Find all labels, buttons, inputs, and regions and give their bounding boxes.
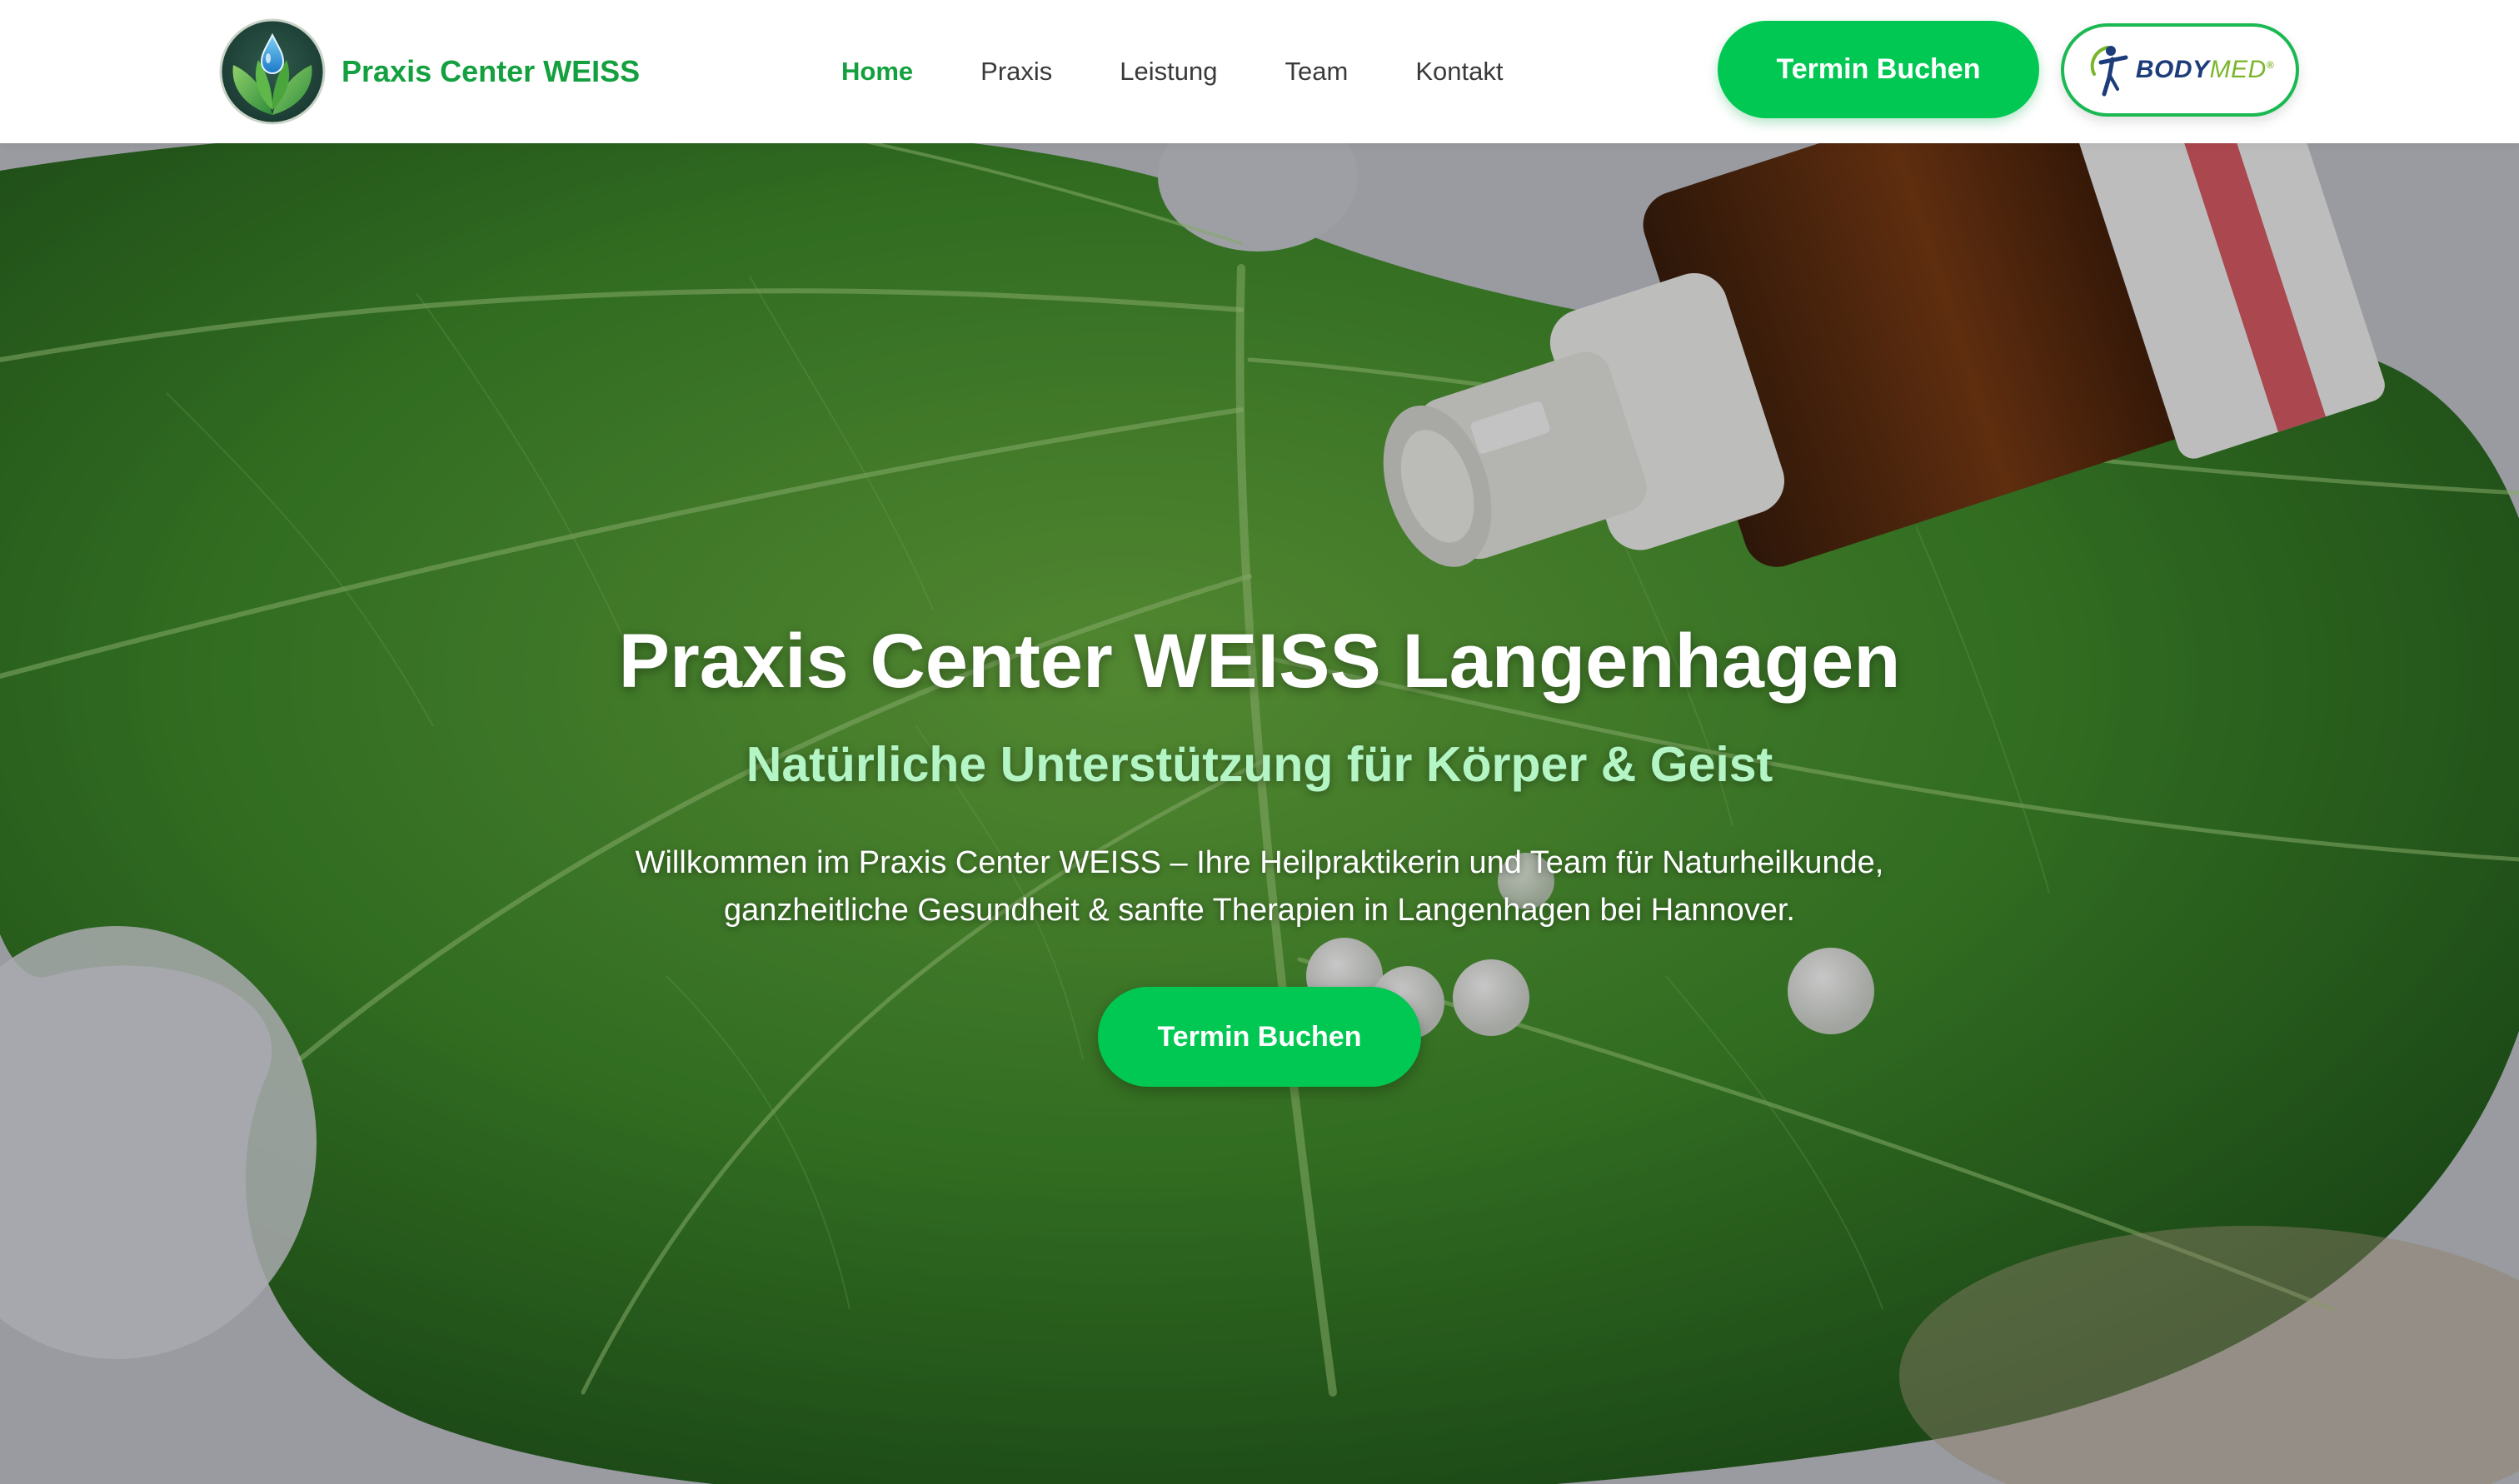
brand-name: Praxis Center WEISS xyxy=(342,54,641,88)
brand-link[interactable]: Praxis Center WEISS xyxy=(215,17,640,127)
bodymed-word-med: MED xyxy=(2209,56,2267,83)
hero-section: Praxis Center WEISS Langenhagen Natürlic… xyxy=(0,143,2519,1484)
bodymed-figure-icon xyxy=(2090,46,2128,97)
hero-termin-buchen-button[interactable]: Termin Buchen xyxy=(1098,987,1421,1087)
leaf-drop-logo-icon xyxy=(219,18,326,125)
hero-title: Praxis Center WEISS Langenhagen xyxy=(618,619,1901,704)
nav-item-leistung[interactable]: Leistung xyxy=(1120,57,1217,87)
main-nav: Home Praxis Leistung Team Kontakt xyxy=(841,0,1503,143)
bodymed-word-body: BODY xyxy=(2135,56,2210,83)
header-termin-buchen-button[interactable]: Termin Buchen xyxy=(1718,21,2039,118)
nav-item-kontakt[interactable]: Kontakt xyxy=(1415,57,1503,87)
nav-item-home[interactable]: Home xyxy=(841,57,913,87)
hero-subtitle: Natürliche Unterstützung für Körper & Ge… xyxy=(746,737,1773,792)
nav-item-praxis[interactable]: Praxis xyxy=(980,57,1052,87)
bodymed-partner-button[interactable]: BODYMED® xyxy=(2061,23,2299,117)
site-header: Praxis Center WEISS Home Praxis Leistung… xyxy=(0,0,2519,143)
bodymed-wordmark: BODYMED® xyxy=(2136,56,2274,84)
hero-content: Praxis Center WEISS Langenhagen Natürlic… xyxy=(0,143,2519,1484)
hero-description-line-2: ganzheitliche Gesundheit & sanfte Therap… xyxy=(724,893,1795,928)
bodymed-registered-mark: ® xyxy=(2266,59,2275,71)
nav-item-team[interactable]: Team xyxy=(1285,57,1349,87)
hero-description-line-1: Willkommen im Praxis Center WEISS – Ihre… xyxy=(635,845,1884,880)
hero-description: Willkommen im Praxis Center WEISS – Ihre… xyxy=(550,839,1969,934)
